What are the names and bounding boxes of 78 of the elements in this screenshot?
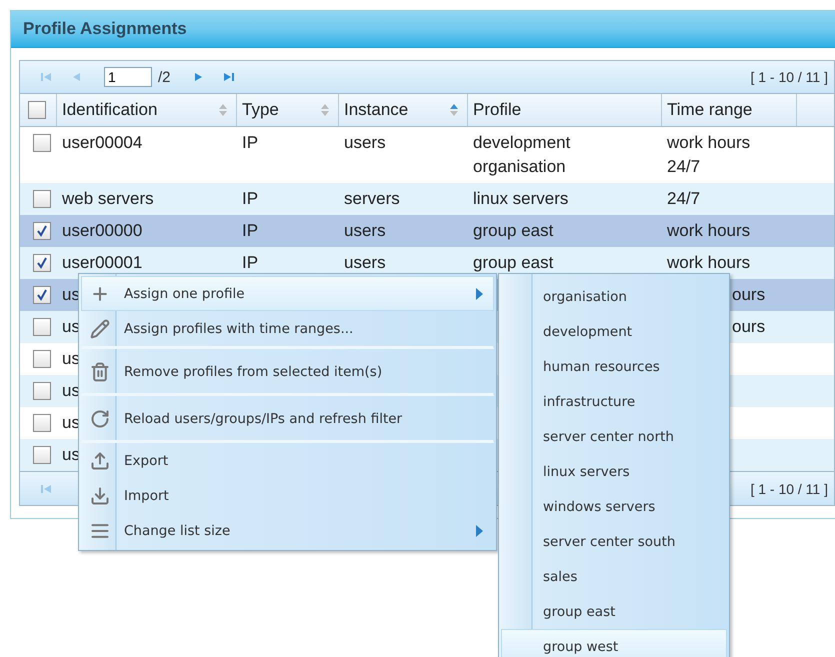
table-cell-text: user00001 xyxy=(62,252,142,274)
page-total: /2 xyxy=(158,68,171,86)
column-header[interactable]: Profile xyxy=(468,94,662,126)
check-icon xyxy=(36,289,48,301)
trash-icon xyxy=(89,360,111,382)
submenu-arrow-icon xyxy=(476,288,483,300)
row-checkbox[interactable] xyxy=(33,318,51,336)
column-header[interactable]: Identification xyxy=(57,94,237,126)
menu-item[interactable]: Import xyxy=(81,478,494,513)
table-cell-text: group east xyxy=(473,220,554,242)
table-cell-text: 24/7 xyxy=(667,188,700,210)
table-row[interactable]: user00000 IP users group east work hours xyxy=(20,215,834,247)
table-cell-text: IP xyxy=(242,220,258,242)
row-checkbox[interactable] xyxy=(33,382,51,400)
row-checkbox[interactable] xyxy=(33,134,51,152)
panel-title: Profile Assignments xyxy=(11,11,835,48)
table-cell-text: work hours xyxy=(667,220,750,242)
menu-item[interactable]: Remove profiles from selected item(s) xyxy=(81,349,494,396)
menu-item[interactable]: Assign one profile xyxy=(81,276,494,311)
table-cell-text: group east xyxy=(473,252,554,274)
table-cell-text: IP xyxy=(242,188,258,210)
table-cell-text: user00000 xyxy=(62,220,142,242)
table-cell-text: linux servers xyxy=(473,188,568,210)
menu-item[interactable]: organisation xyxy=(501,279,727,314)
row-checkbox[interactable] xyxy=(33,222,51,240)
page-input[interactable]: 1 xyxy=(104,67,152,87)
column-header[interactable]: Type xyxy=(237,94,339,126)
download-icon xyxy=(89,484,111,506)
first-page-icon xyxy=(40,71,52,83)
menu-item[interactable]: server center south xyxy=(501,524,727,559)
table-cell-text: user00004 xyxy=(62,132,142,154)
table-cell-text: users xyxy=(344,220,386,242)
menu-item[interactable]: Assign profiles with time ranges... xyxy=(81,311,494,349)
column-header[interactable]: Time range xyxy=(662,94,797,126)
check-icon xyxy=(36,225,48,237)
menu-item[interactable]: sales xyxy=(501,559,727,594)
table-cell-text: servers xyxy=(344,188,400,210)
table-cell-text: web servers xyxy=(62,188,154,210)
menu-item[interactable]: Reload users/groups/IPs and refresh filter xyxy=(81,396,494,443)
column-header[interactable]: Instance xyxy=(339,94,468,126)
table-row[interactable]: web servers IP servers linux servers 24/7 xyxy=(20,183,834,215)
pencil-icon xyxy=(89,318,111,340)
row-checkbox[interactable] xyxy=(33,190,51,208)
table-cell-text: IP xyxy=(242,252,258,274)
row-checkbox[interactable] xyxy=(33,254,51,272)
last-page-icon xyxy=(222,71,235,83)
submenu-arrow-icon xyxy=(476,524,483,536)
row-checkbox[interactable] xyxy=(33,446,51,464)
table-cell-text: users xyxy=(344,252,386,274)
record-range: [ 1 - 10 / 11 ] xyxy=(750,69,828,85)
menu-item[interactable]: human resources xyxy=(501,349,727,384)
table-cell-text: organisation xyxy=(473,156,566,178)
table-cell-text: work hours xyxy=(667,132,750,154)
table-cell-text: 24/7 xyxy=(667,156,700,178)
reload-icon xyxy=(89,408,111,430)
table-cell-text: users xyxy=(344,132,386,154)
first-page-icon xyxy=(40,482,52,494)
table-cell-text: development xyxy=(473,132,570,154)
table-cell-text: ours xyxy=(732,316,766,338)
table-cell-text: ours xyxy=(732,284,766,306)
row-checkbox[interactable] xyxy=(33,286,51,304)
record-range: [ 1 - 10 / 11 ] xyxy=(750,480,828,496)
menu-item[interactable]: infrastructure xyxy=(501,384,727,419)
menu-item[interactable]: development xyxy=(501,314,727,349)
menu-item[interactable]: linux servers xyxy=(501,454,727,489)
row-checkbox[interactable] xyxy=(33,414,51,432)
menu-item[interactable]: windows servers xyxy=(501,489,727,524)
select-all-checkbox[interactable] xyxy=(28,101,46,119)
menu-item[interactable]: Change list size xyxy=(81,513,494,548)
menu-item[interactable]: server center north xyxy=(501,419,727,454)
row-checkbox[interactable] xyxy=(33,350,51,368)
menu-item[interactable]: group east xyxy=(501,594,727,629)
menu-item[interactable]: Export xyxy=(81,443,494,478)
upload-icon xyxy=(89,450,111,472)
menu-item[interactable]: group west xyxy=(501,629,727,657)
check-icon xyxy=(36,257,48,269)
table-cell-text: IP xyxy=(242,132,258,154)
table-cell-text: work hours xyxy=(667,252,750,274)
